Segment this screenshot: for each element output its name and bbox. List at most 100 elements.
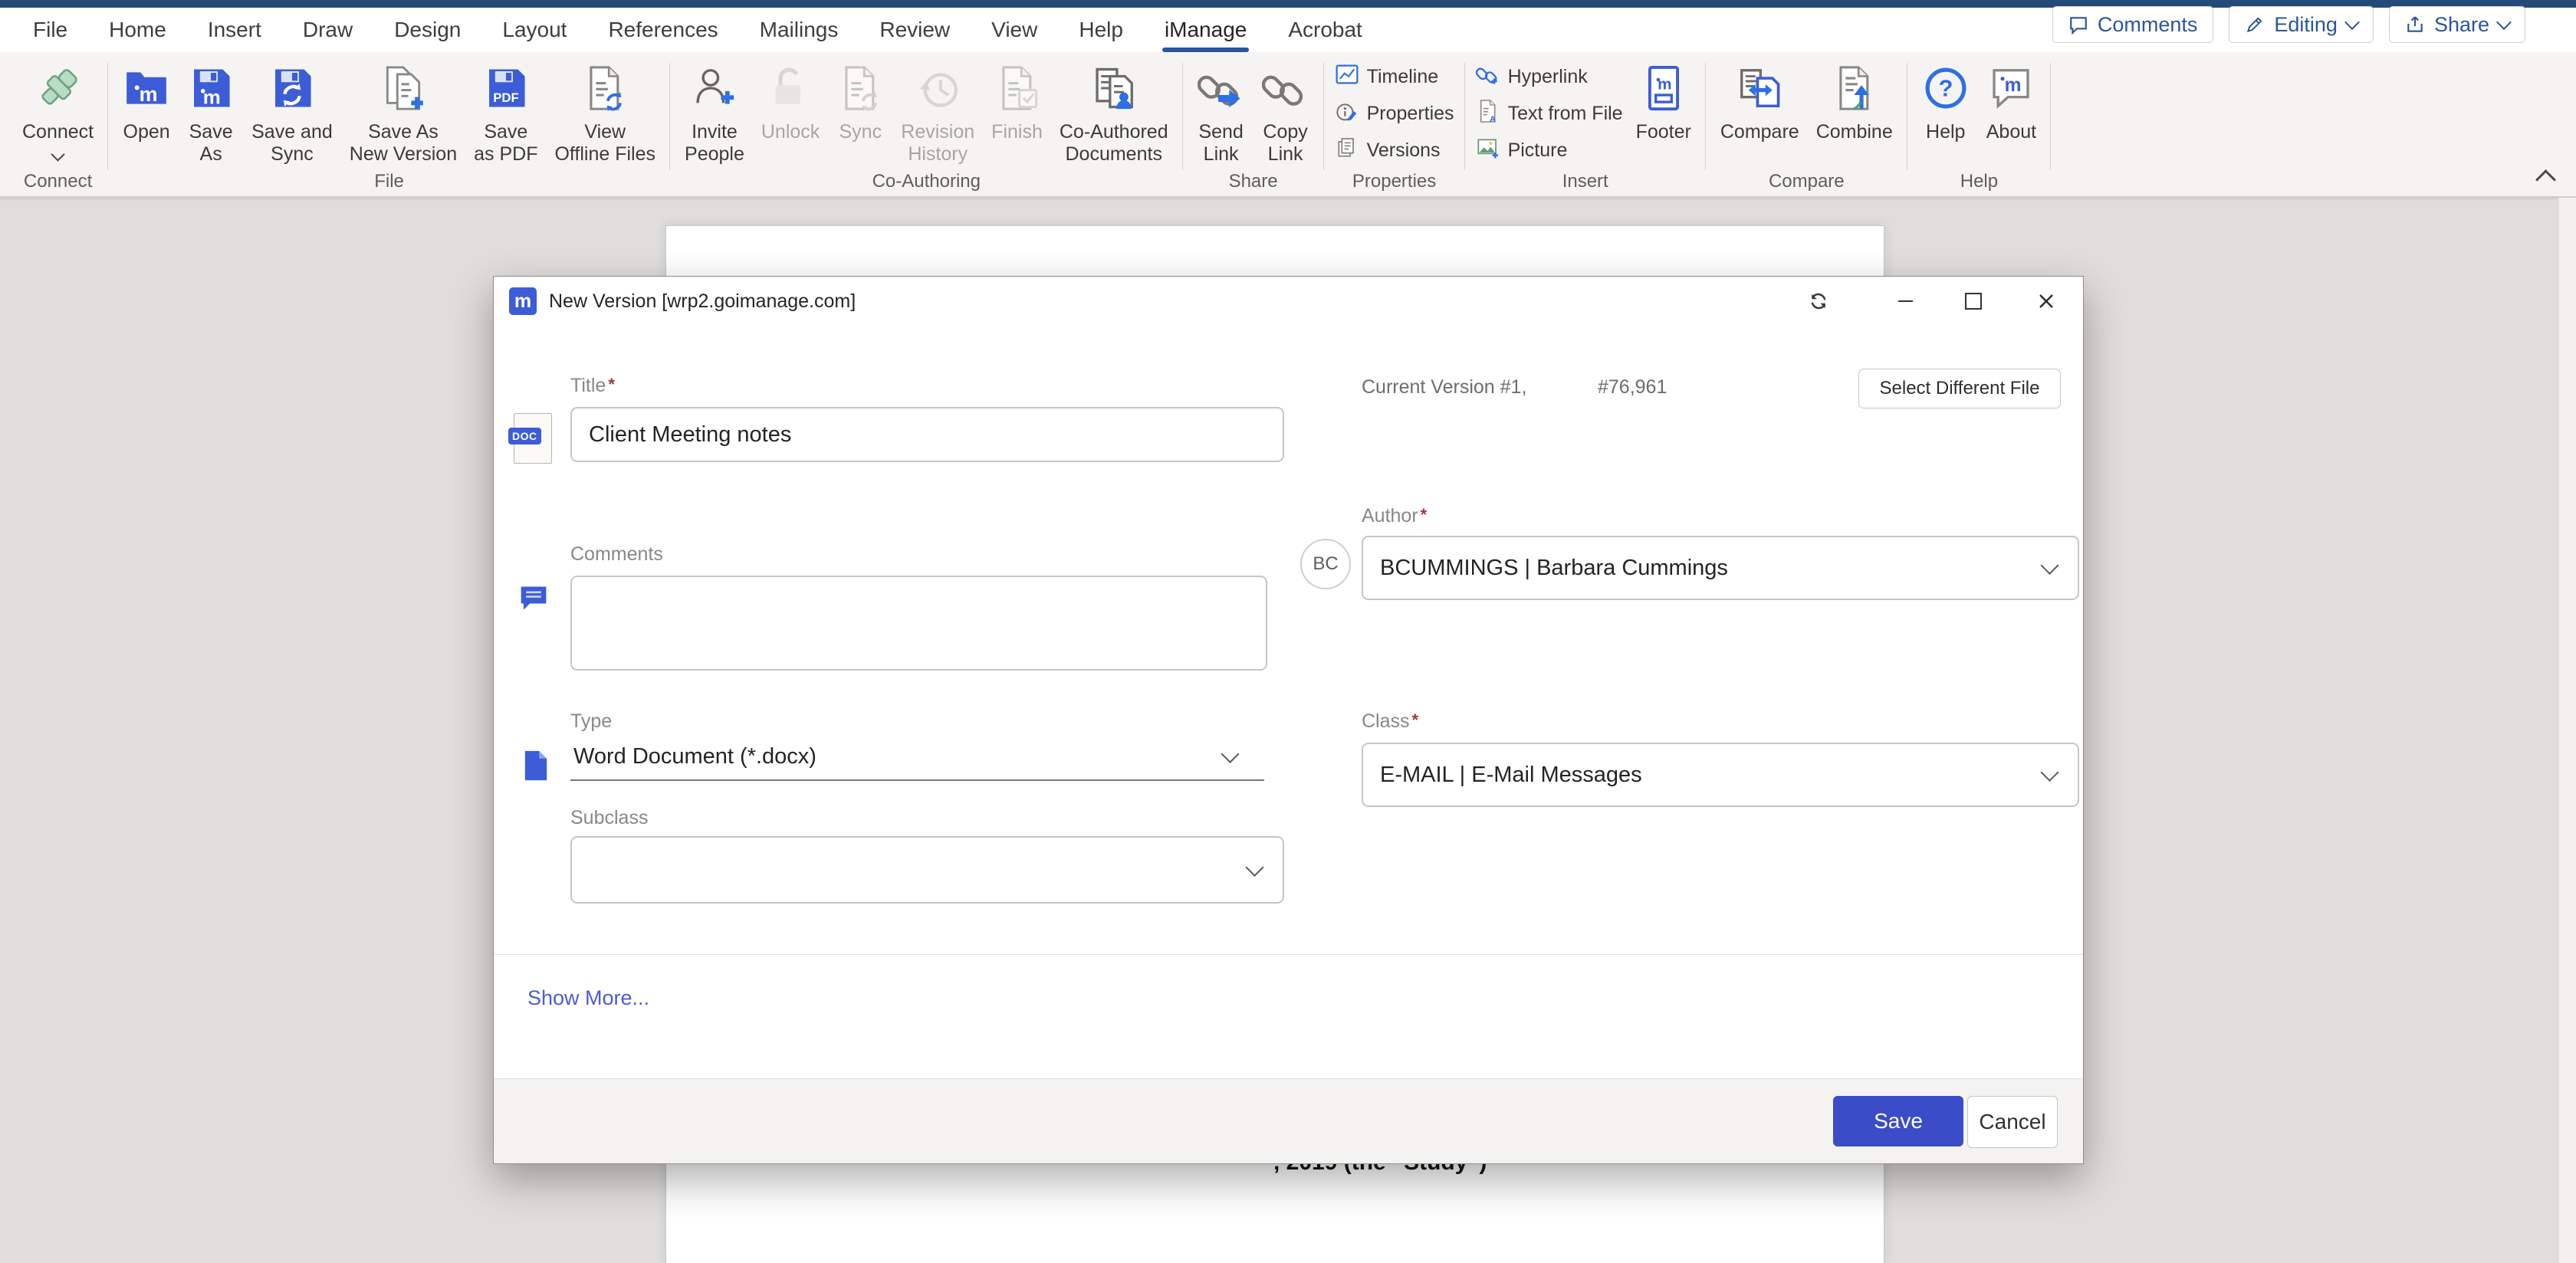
button-label: Sync [840, 121, 882, 143]
minimize-button[interactable] [1890, 286, 1921, 317]
comments-textarea[interactable] [570, 576, 1267, 671]
finish-button: Finish [983, 52, 1051, 143]
tab-view[interactable]: View [971, 8, 1058, 52]
dialog-body: Title* DOC Client Meeting notes Current … [494, 326, 2083, 1163]
button-label: Save As [368, 121, 439, 143]
share-button[interactable]: Share [2389, 6, 2525, 43]
save-as-pdf-button[interactable]: PDFSaveas PDF [465, 52, 546, 166]
co-authored-documents-button[interactable]: Co-AuthoredDocuments [1051, 52, 1177, 166]
compare-button[interactable]: Compare [1712, 52, 1808, 143]
maximize-button[interactable] [1958, 286, 1989, 317]
ribbon-group-connect: ConnectConnect [8, 52, 108, 196]
save-as-button[interactable]: mSaveAs [179, 52, 243, 166]
share-button-label: Share [2434, 13, 2489, 37]
button-label: As [200, 143, 222, 166]
tab-file[interactable]: File [12, 8, 88, 52]
tab-insert[interactable]: Insert [187, 8, 282, 52]
revision-history-button: RevisionHistory [892, 52, 983, 166]
send-link-button[interactable]: SendLink [1189, 52, 1254, 166]
scrollbar-track[interactable] [2558, 198, 2576, 1263]
editing-button[interactable]: Editing [2229, 6, 2374, 43]
save-pdf-icon: PDF [482, 55, 530, 121]
co-authored-icon [1090, 55, 1138, 121]
subclass-select[interactable] [570, 836, 1284, 904]
open-folder-icon: m [123, 55, 170, 121]
properties-button[interactable]: Properties [1335, 95, 1454, 132]
connect-icon [34, 55, 82, 121]
button-label: Save and [251, 121, 333, 143]
button-label: as PDF [474, 143, 537, 166]
tab-draw[interactable]: Draw [282, 8, 373, 52]
dialog-footer: Save Cancel [494, 1078, 2083, 1163]
button-label: Offline Files [554, 143, 656, 166]
timeline-button[interactable]: Timeline [1335, 58, 1454, 95]
ribbon-small-stack: HyperlinkAText from FilePicture [1471, 58, 1628, 169]
cancel-button[interactable]: Cancel [1967, 1096, 2058, 1148]
save-new-version-icon [380, 55, 427, 121]
svg-text:m: m [203, 87, 221, 109]
type-select[interactable]: Word Document (*.docx) [570, 733, 1264, 781]
about-button[interactable]: m About [1978, 52, 2045, 143]
view-offline-files-button[interactable]: ViewOffline Files [546, 52, 664, 166]
title-input[interactable]: Client Meeting notes [570, 407, 1284, 462]
share-icon [2405, 15, 2425, 34]
button-label: Sync [271, 143, 314, 166]
ribbon-group-label: Insert [1465, 171, 1706, 192]
invite-people-icon [691, 55, 738, 121]
hyperlink-button[interactable]: Hyperlink [1476, 58, 1623, 95]
ribbon-group-label: Properties [1324, 171, 1465, 192]
button-label: Documents [1066, 143, 1162, 166]
help-button[interactable]: ?Help [1914, 52, 1978, 143]
unlock-button: Unlock [753, 52, 828, 143]
tab-help[interactable]: Help [1058, 8, 1144, 52]
text-from-file-label: Text from File [1508, 103, 1623, 125]
combine-icon [1831, 55, 1878, 121]
sync-icon [836, 55, 884, 121]
text-from-file-button[interactable]: AText from File [1476, 95, 1623, 132]
tab-home[interactable]: Home [88, 8, 187, 52]
tab-imanage[interactable]: iManage [1144, 8, 1267, 52]
title-label: Title* [570, 375, 615, 397]
author-select[interactable]: BCUMMINGS | Barbara Cummings [1362, 536, 2079, 600]
close-button[interactable] [2031, 286, 2062, 317]
connect-button[interactable]: Connect [14, 52, 102, 159]
tab-references[interactable]: References [587, 8, 738, 52]
help-icon: ? [1922, 55, 1970, 121]
select-different-file-button[interactable]: Select Different File [1858, 369, 2061, 408]
svg-text:m: m [2005, 75, 2022, 96]
button-label: About [1986, 121, 2036, 143]
editing-button-label: Editing [2274, 13, 2338, 37]
footer-icon: m [1640, 55, 1687, 121]
picture-icon [1476, 136, 1500, 166]
ribbon-group-co-authoring: InvitePeopleUnlock Sync RevisionHistoryFin… [670, 52, 1183, 196]
button-label: History [908, 143, 968, 166]
tab-acrobat[interactable]: Acrobat [1267, 8, 1383, 52]
button-label: Send [1198, 121, 1243, 143]
tab-review[interactable]: Review [859, 8, 971, 52]
save-and-sync-button[interactable]: Save andSync [243, 52, 341, 166]
svg-text:PDF: PDF [493, 90, 519, 105]
copy-link-button[interactable]: CopyLink [1254, 52, 1318, 166]
button-label: Invite [692, 121, 738, 143]
tab-mailings[interactable]: Mailings [739, 8, 859, 52]
class-select[interactable]: E-MAIL | E-Mail Messages [1362, 743, 2079, 807]
save-as-new-version-button[interactable]: Save AsNew Version [341, 52, 465, 166]
dialog-divider [494, 954, 2083, 955]
save-button[interactable]: Save [1833, 1096, 1963, 1147]
invite-people-button[interactable]: InvitePeople [676, 52, 753, 166]
ribbon-group-help: ?HelpmAboutHelp [1907, 52, 2051, 196]
show-more-link[interactable]: Show More... [527, 986, 649, 1010]
open-button[interactable]: mOpen [114, 52, 179, 143]
footer-button[interactable]: mFooter [1628, 52, 1700, 143]
combine-button[interactable]: Combine [1808, 52, 1901, 143]
comment-icon [2068, 15, 2088, 34]
save-sync-icon [268, 55, 316, 121]
comments-label: Comments [570, 543, 663, 566]
tab-design[interactable]: Design [373, 8, 481, 52]
picture-button[interactable]: Picture [1476, 132, 1623, 169]
comments-button[interactable]: Comments [2052, 6, 2214, 43]
refresh-icon[interactable] [1803, 286, 1834, 317]
chevron-down-icon [2496, 15, 2512, 30]
versions-button[interactable]: Versions [1335, 132, 1454, 169]
tab-layout[interactable]: Layout [481, 8, 587, 52]
